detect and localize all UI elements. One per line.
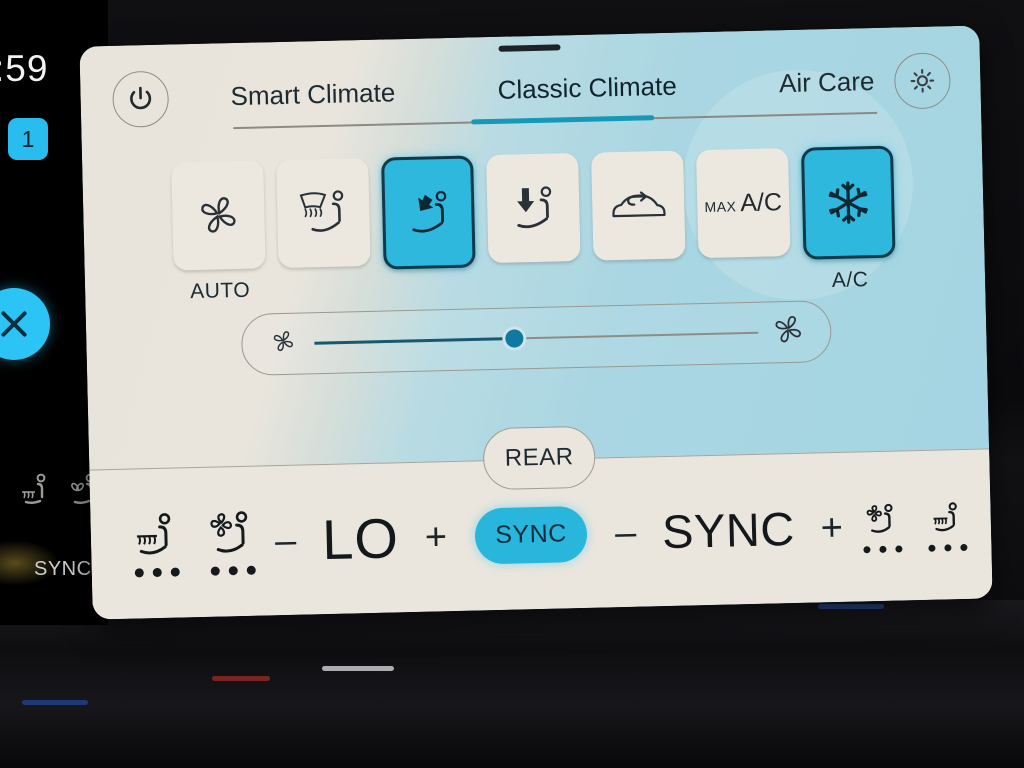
left-heated-seat-control[interactable] [132,510,180,578]
passenger-temp-increase-button[interactable]: + [820,506,843,549]
face-vent-seat-icon [412,190,447,233]
defrost-seat-icon [299,190,344,232]
face-vent-button[interactable] [381,155,476,270]
clock-fragment: :59 [0,48,49,89]
strip-seat-icon-group [18,472,100,512]
level-dot [960,543,968,551]
mode-floor-vent [486,152,581,264]
fan-slider-thumb[interactable] [501,326,527,351]
mode-face-vent [381,155,476,270]
max-ac-prefix: MAX [704,197,737,215]
power-icon [130,86,152,110]
tab-smart-climate[interactable]: Smart Climate [230,77,396,117]
level-dot [170,566,180,577]
driver-temperature-group: – LO + [274,504,448,573]
level-dot [134,567,144,578]
level-dot [879,545,887,553]
mode-recirculation [591,150,686,261]
ac-label: A/C [831,268,869,293]
gear-icon [910,69,935,93]
max-ac-suffix: A/C [739,187,783,217]
level-dot [210,566,220,576]
snowflake-icon [828,181,868,224]
max-ac-text: MAX A/C [704,188,782,219]
mode-max-ac: MAX A/C [695,148,791,259]
heated-seat-level-dots [134,566,180,578]
climate-panel: Smart Climate Classic Climate Air Care A… [79,25,993,620]
mode-auto: AUTO [171,160,266,304]
heated-seat-icon [933,501,958,531]
trim-accent-blue-left [22,700,88,705]
bottom-bar-divider-left [263,492,267,589]
driver-temp-decrease-button[interactable]: – [275,519,297,561]
close-icon[interactable] [0,288,50,360]
right-seat-controls [862,498,992,553]
heated-seat-icon[interactable] [18,472,52,512]
level-dot [152,567,162,577]
mode-defrost [276,157,371,269]
level-dot [944,543,952,551]
trim-accent-blue-right [818,604,884,609]
level-dot [228,565,238,575]
fan-icon [201,197,236,233]
trim-accent-white [322,666,394,671]
passenger-temp-decrease-button[interactable]: – [615,511,637,553]
mode-ac: A/C [800,145,896,294]
recirculation-button[interactable] [591,150,686,261]
tab-bar: Smart Climate Classic Climate Air Care [230,66,875,117]
ventilated-seat-level-dots [210,565,256,576]
fan-small-icon [268,326,299,362]
tab-classic-climate[interactable]: Classic Climate [497,71,677,111]
notification-badge[interactable]: 1 [8,118,48,160]
right-ventilated-seat-control[interactable] [862,500,903,553]
floor-vent-seat-icon [517,186,552,229]
fan-large-icon [768,309,809,355]
driver-temp-value: LO [321,506,400,572]
fan-slider-row [86,296,987,379]
sync-button[interactable]: SYNC [474,505,588,564]
mode-button-row: AUTO MAX A/C A/C [82,143,985,309]
bottom-bar-divider-right [851,479,855,576]
ac-button[interactable] [800,145,896,260]
fan-slider[interactable] [240,300,833,376]
floor-vent-button[interactable] [486,152,581,264]
defrost-button[interactable] [276,157,371,269]
settings-button[interactable] [893,52,952,110]
ventilated-seat-icon [867,503,893,533]
level-dot [246,565,256,575]
infotainment-screen: + :59 1 SYNC [0,0,1024,768]
auto-label: AUTO [189,278,251,304]
rear-button[interactable]: REAR [482,425,596,491]
level-dot [863,545,871,553]
fan-slider-fill [314,337,515,345]
passenger-temperature-group: – SYNC + [614,500,844,560]
drag-handle[interactable] [498,44,561,52]
left-ventilated-seat-control[interactable] [208,508,256,576]
left-seat-controls [90,508,256,578]
passenger-temp-value: SYNC [661,501,796,559]
trim-accent-red [212,676,270,681]
tab-air-care[interactable]: Air Care [779,66,875,104]
driver-temp-increase-button[interactable]: + [424,516,447,559]
strip-sync-label: SYNC [34,558,92,580]
auto-button[interactable] [171,160,266,271]
heated-seat-level-dots [928,543,968,552]
level-dot [928,544,936,552]
ventilated-seat-icon [210,510,248,553]
panel-header: Smart Climate Classic Climate Air Care [79,25,981,150]
recirculation-icon [612,191,666,218]
tab-active-underline [471,115,655,125]
max-ac-button[interactable]: MAX A/C [695,148,791,259]
temperature-controls: – LO + SYNC – SYNC + [274,495,844,573]
heated-seat-icon [136,512,171,554]
dashboard-lower-trim [0,600,1024,768]
bottom-control-bar: REAR – LO + SYNC – SYNC + [89,425,993,620]
ventilated-seat-level-dots [863,544,903,553]
power-button[interactable] [111,70,170,128]
right-heated-seat-control[interactable] [927,498,968,552]
level-dot [895,544,903,553]
